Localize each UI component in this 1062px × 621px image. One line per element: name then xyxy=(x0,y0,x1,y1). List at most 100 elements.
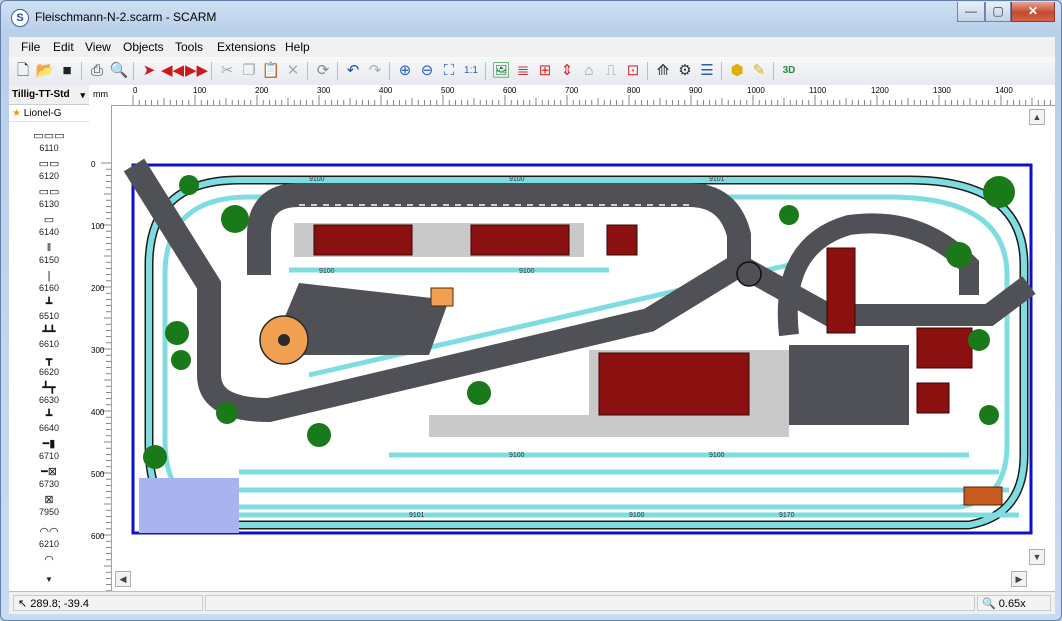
rewind-icon[interactable]: ◀◀ xyxy=(161,61,184,81)
building[interactable] xyxy=(313,224,413,256)
menu-edit[interactable]: Edit xyxy=(53,40,74,54)
print-icon[interactable]: ⎙ xyxy=(87,61,107,81)
scroll-up-button[interactable]: ▲ xyxy=(1029,109,1045,125)
tracks-icon[interactable]: ⊞ xyxy=(535,61,555,81)
library-piece[interactable]: ▭ 6140 xyxy=(9,213,89,237)
zoom-level[interactable]: 🔍 0.65x xyxy=(977,595,1051,611)
new-file-icon[interactable]: 🗋 xyxy=(13,61,33,81)
library-piece[interactable]: ┳ 6620 xyxy=(9,353,89,377)
cut-icon[interactable]: ✂ xyxy=(217,61,237,81)
menu-objects[interactable]: Objects xyxy=(123,40,164,54)
library-piece[interactable]: | 6160 xyxy=(9,269,89,293)
library-piece[interactable]: ⊠ 7950 xyxy=(9,493,89,517)
layout-drawing[interactable]: 9100 9100 9101 9100 9100 9100 9100 9101 … xyxy=(89,85,1055,591)
building[interactable] xyxy=(916,327,973,369)
library-piece[interactable]: ǁ 6150 xyxy=(9,241,89,265)
track-piece-icon: ǁ xyxy=(46,242,52,254)
zoom-out-icon[interactable]: ⊖ xyxy=(417,61,437,81)
paint-icon[interactable]: ☰ xyxy=(697,61,717,81)
scarm-app-icon[interactable]: S xyxy=(11,9,29,27)
track-piece-icon: ▭ xyxy=(43,214,55,226)
delete-icon[interactable]: ✕ xyxy=(283,61,303,81)
undo-icon[interactable]: ↶ xyxy=(343,61,363,81)
library-piece[interactable]: ┻ 6510 xyxy=(9,297,89,321)
track-label: 9100 xyxy=(509,452,525,459)
track-piece-icon: | xyxy=(47,270,51,282)
scroll-left-button[interactable]: ◀ xyxy=(115,571,131,587)
select-arrow-icon[interactable]: ➤ xyxy=(139,61,159,81)
library-piece[interactable]: ┻ 6640 xyxy=(9,409,89,433)
h-tick-label: 1300 xyxy=(933,86,951,95)
scroll-down-button[interactable]: ▼ xyxy=(1029,549,1045,565)
library-piece[interactable]: ┻┻ 6610 xyxy=(9,325,89,349)
title-bar[interactable]: S Fleischmann-N-2.scarm - SCARM — ▢ ✕ xyxy=(1,1,1061,33)
library-piece[interactable]: ▭▭ 6120 xyxy=(9,157,89,181)
water-area[interactable] xyxy=(139,478,239,533)
maximize-button[interactable]: ▢ xyxy=(985,2,1011,22)
track-piece-icon: ◠ xyxy=(44,554,54,566)
menu-file[interactable]: File xyxy=(21,40,40,54)
rotate-icon[interactable]: ⟳ xyxy=(313,61,333,81)
lock-icon[interactable]: ⊡ xyxy=(623,61,643,81)
menu-extensions[interactable]: Extensions xyxy=(217,40,276,54)
favorite-library[interactable]: ★ Lionel-G xyxy=(9,106,89,122)
menu-view[interactable]: View xyxy=(85,40,111,54)
redo-icon[interactable]: ↷ xyxy=(365,61,385,81)
h-tick-label: 600 xyxy=(503,86,517,95)
zoom-in-icon[interactable]: ⊕ xyxy=(395,61,415,81)
copy-icon[interactable]: ❐ xyxy=(239,61,259,81)
layout-canvas[interactable]: 9100 9100 9101 9100 9100 9100 9100 9101 … xyxy=(89,85,1055,591)
track-piece-icon: ┻ xyxy=(45,410,53,422)
track-piece-icon: ┳ xyxy=(45,354,53,366)
tree xyxy=(216,402,238,424)
chevron-down-icon: ▾ xyxy=(80,90,85,100)
fast-forward-icon[interactable]: ▶▶ xyxy=(185,61,208,81)
layers-icon[interactable]: ≣ xyxy=(513,61,533,81)
v-tick-label: 0 xyxy=(91,160,96,169)
height-icon[interactable]: ⇕ xyxy=(557,61,577,81)
library-piece[interactable]: ▭▭▭ 6110 xyxy=(9,129,89,153)
tree xyxy=(968,329,990,351)
color-icon[interactable]: ⚙ xyxy=(675,61,695,81)
paint-roller-icon[interactable]: ✎ xyxy=(749,61,769,81)
v-tick-label: 200 xyxy=(91,284,105,293)
h-tick-label: 900 xyxy=(689,86,703,95)
library-piece[interactable]: ◠◠ 6210 xyxy=(9,525,89,549)
building[interactable] xyxy=(470,224,570,256)
library-piece[interactable]: ┻┳ 6630 xyxy=(9,381,89,405)
building[interactable] xyxy=(430,287,454,307)
open-folder-icon[interactable]: 📂 xyxy=(35,61,55,81)
cube-icon[interactable]: ⬢ xyxy=(727,61,747,81)
library-piece[interactable]: ▭▭ 6130 xyxy=(9,185,89,209)
print-preview-icon[interactable]: 🔍 xyxy=(109,61,129,81)
zoom-1-1-icon[interactable]: 1:1 xyxy=(461,61,481,81)
tree xyxy=(221,205,249,233)
library-piece[interactable]: ━▮ 6710 xyxy=(9,437,89,461)
minimize-button[interactable]: — xyxy=(957,2,985,22)
bridge-icon[interactable]: ⎍ xyxy=(601,61,621,81)
building[interactable] xyxy=(916,382,950,414)
building[interactable] xyxy=(606,224,638,256)
menu-tools[interactable]: Tools xyxy=(175,40,203,54)
station-building[interactable] xyxy=(598,352,750,416)
image-icon[interactable]: 🖼 xyxy=(491,61,511,81)
paste-icon[interactable]: 📋 xyxy=(261,61,281,81)
close-button[interactable]: ✕ xyxy=(1011,2,1055,22)
track-label: 9101 xyxy=(709,176,725,183)
cursor-icon: ↖ xyxy=(18,598,28,610)
save-icon[interactable]: ■ xyxy=(57,61,77,81)
scroll-down-icon[interactable]: ▼ xyxy=(9,575,89,584)
library-piece[interactable]: ━⊠ 6730 xyxy=(9,465,89,489)
h-tick-label: 1100 xyxy=(809,86,827,95)
fit-icon[interactable]: ⛶ xyxy=(439,61,459,81)
3d-view-icon[interactable]: 3D xyxy=(779,61,799,81)
library-select[interactable]: Tillig-TT-Std ▾ xyxy=(9,85,89,105)
tunnel-icon[interactable]: ⌂ xyxy=(579,61,599,81)
building[interactable] xyxy=(963,486,1003,506)
library-piece[interactable]: ◠ xyxy=(9,553,89,567)
menu-help[interactable]: Help xyxy=(285,40,310,54)
tree xyxy=(983,176,1015,208)
building[interactable] xyxy=(826,247,856,334)
ruler-icon[interactable]: ⟰ xyxy=(653,61,673,81)
scroll-right-button[interactable]: ▶ xyxy=(1011,571,1027,587)
